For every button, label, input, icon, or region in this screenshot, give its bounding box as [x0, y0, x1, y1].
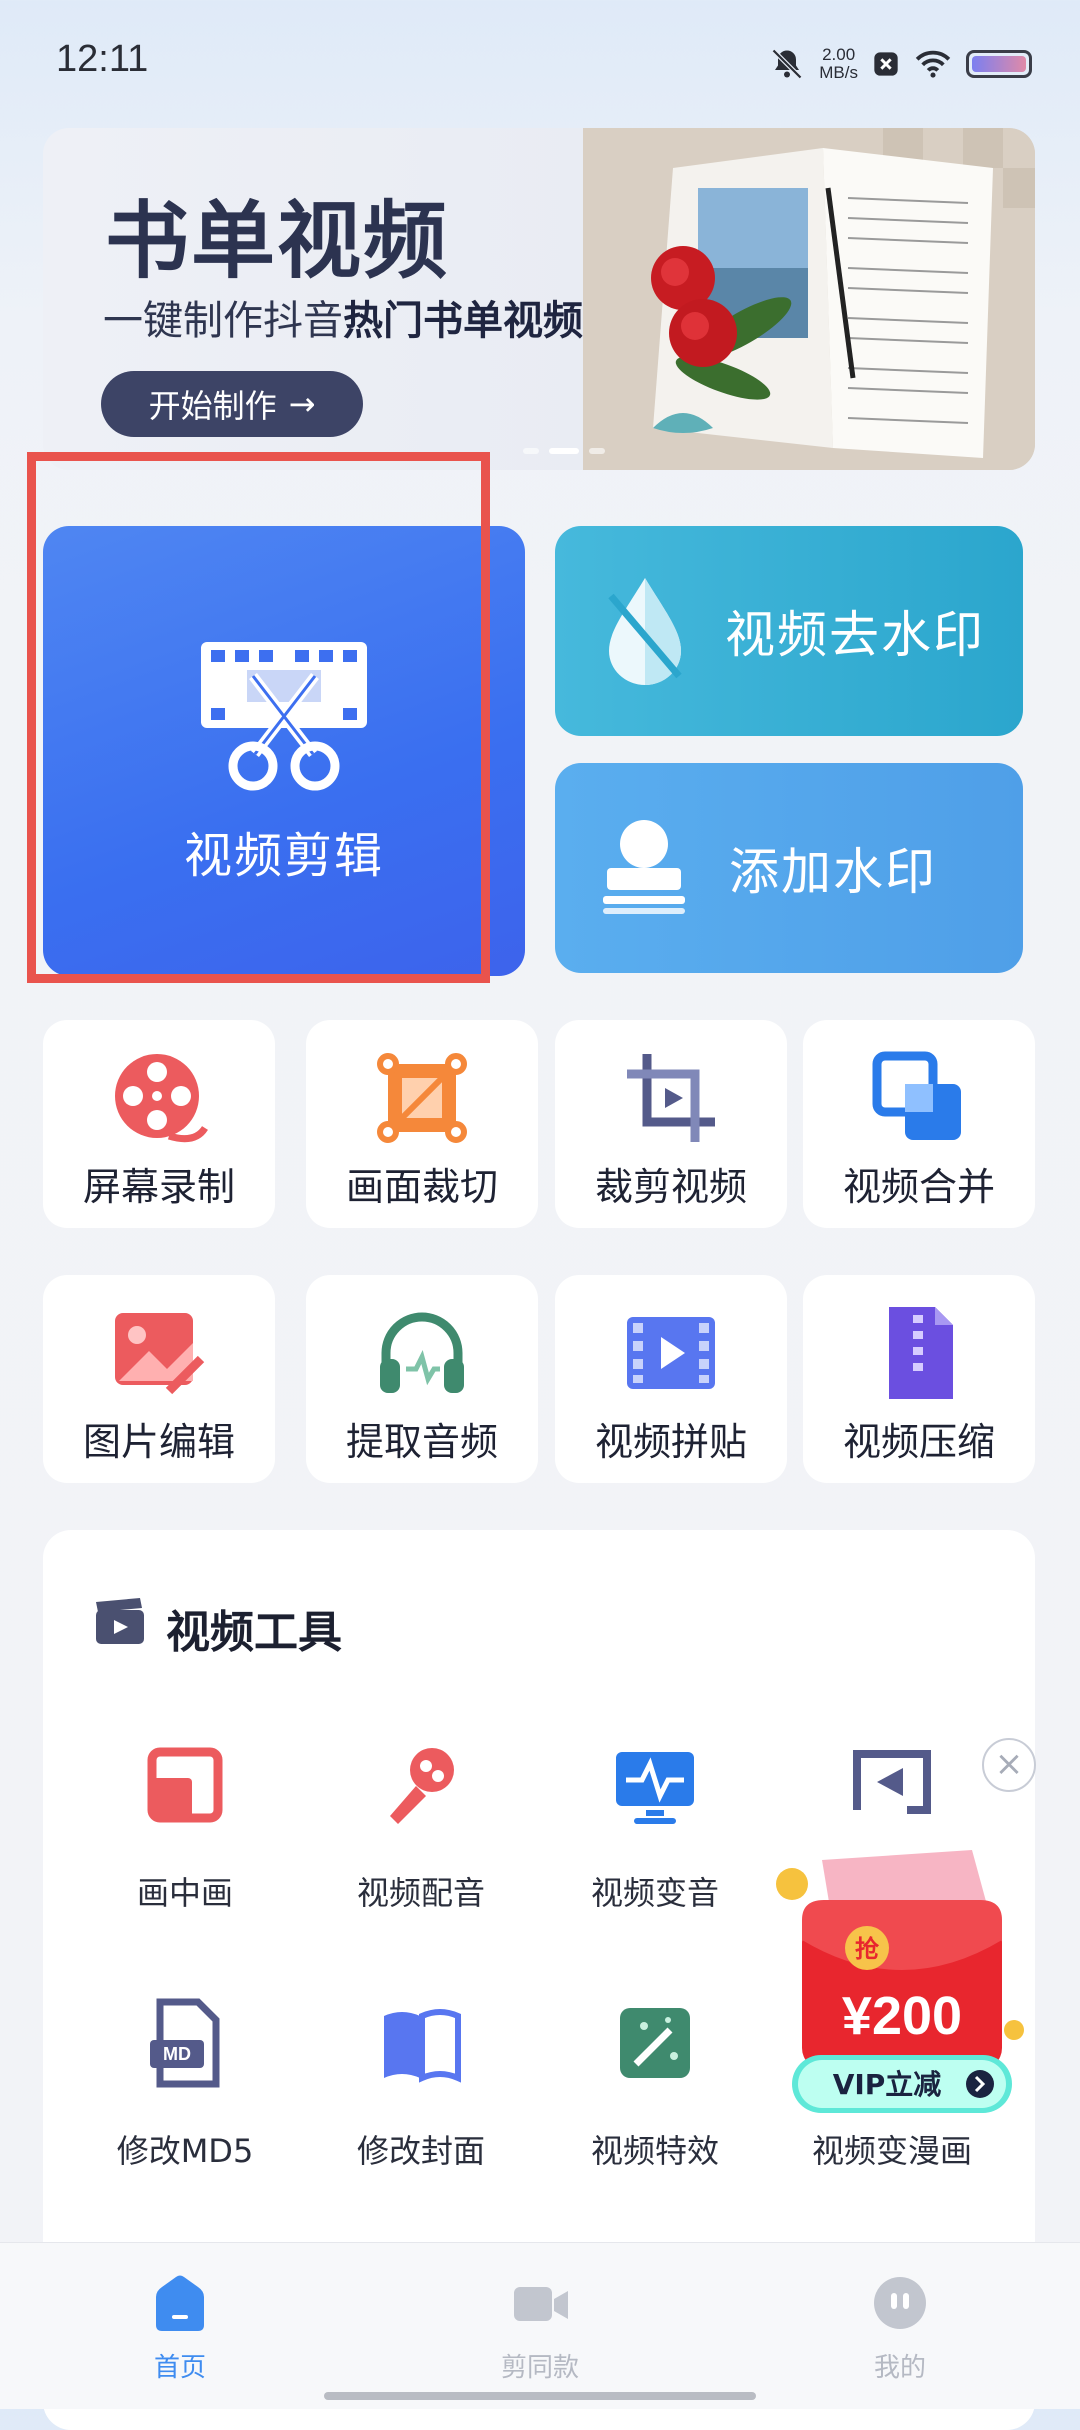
svg-text:MD: MD [163, 2044, 191, 2064]
image-edit-icon [115, 1313, 205, 1395]
nav-same-style[interactable]: 剪同款 [470, 2273, 610, 2384]
start-create-button[interactable]: 开始制作 → [101, 371, 363, 437]
tool-image-edit[interactable]: 图片编辑 [43, 1275, 275, 1483]
network-speed: 2.00 MB/s [819, 46, 858, 82]
tool-crop-video[interactable]: 裁剪视频 [555, 1020, 787, 1228]
red-envelope-promo[interactable]: 抢 ¥200 VIP立减 [752, 1840, 1042, 2140]
headphones-icon [380, 1312, 464, 1393]
tool-label: 视频特效 [590, 2132, 719, 2170]
nav-home[interactable]: 首页 [110, 2273, 250, 2384]
tool-label: 图片编辑 [82, 1420, 235, 1464]
banner-subtitle: 一键制作抖音热门书单视频 [103, 288, 583, 346]
tool-modify-cover[interactable]: 修改封面 [304, 1998, 538, 2188]
tool-label: 修改MD5 [116, 2132, 254, 2170]
clapperboard-icon [96, 1598, 144, 1644]
tool-label: 视频变音 [590, 1874, 719, 1912]
nav-label: 首页 [153, 2353, 206, 2383]
tool-frame-crop[interactable]: 画面裁切 [306, 1020, 538, 1228]
nav-mine[interactable]: 我的 [830, 2273, 970, 2384]
speed-unit: MB/s [819, 63, 858, 82]
video-cast-icon [853, 1750, 931, 1814]
tool-picture-in-picture[interactable]: 画中画 [68, 1740, 302, 1930]
merge-icon [872, 1051, 961, 1140]
promo-banner[interactable]: 书单视频 一键制作抖音热门书单视频 开始制作 → [43, 128, 1035, 470]
video-tools-title: 视频工具 [166, 1607, 342, 1658]
film-reel-icon [115, 1054, 208, 1143]
add-watermark-card[interactable]: 添加水印 [555, 763, 1023, 973]
arrow-right-icon: → [288, 385, 316, 423]
tool-label: 修改封面 [356, 2132, 485, 2170]
voice-change-icon [616, 1752, 694, 1824]
promo-vip-button: VIP立减 [833, 2068, 942, 2101]
crop-frame-icon [377, 1053, 467, 1143]
home-indicator [324, 2392, 756, 2400]
tool-dubbing[interactable]: 视频配音 [304, 1740, 538, 1930]
home-icon [156, 2275, 204, 2331]
tool-label: 提取音频 [345, 1420, 498, 1464]
tool-label: 画中画 [136, 1874, 233, 1912]
banner-title: 书单视频 [105, 192, 450, 290]
tool-screen-record[interactable]: 屏幕录制 [43, 1020, 275, 1228]
book-cover-icon [384, 2009, 461, 2083]
start-create-label: 开始制作 [148, 387, 277, 425]
banner-subtitle-plain: 一键制作抖音 [103, 298, 343, 344]
promo-badge: 抢 [855, 1935, 880, 1963]
tool-label: 画面裁切 [345, 1165, 498, 1209]
tool-label: 视频拼贴 [594, 1420, 747, 1464]
status-icons: 2.00 MB/s [769, 40, 1032, 88]
tool-modify-md5[interactable]: MD 修改MD5 [68, 1998, 302, 2188]
tool-label: 视频配音 [356, 1874, 485, 1912]
water-drop-icon [608, 578, 682, 685]
tool-video-merge[interactable]: 视频合并 [803, 1020, 1035, 1228]
add-watermark-label: 添加水印 [729, 843, 937, 901]
nav-label: 我的 [873, 2353, 926, 2383]
tool-label: 视频压缩 [842, 1420, 995, 1464]
tool-label: 视频合并 [842, 1165, 995, 1209]
tool-video-compress[interactable]: 视频压缩 [803, 1275, 1035, 1483]
md-file-icon: MD [150, 1998, 220, 2088]
close-box-icon [874, 52, 898, 76]
nav-label: 剪同款 [500, 2353, 579, 2383]
tool-voice-change[interactable]: 视频变音 [538, 1740, 772, 1930]
battery-icon [966, 50, 1032, 78]
picture-in-picture-icon [147, 1747, 223, 1823]
banner-pager [523, 448, 605, 454]
bottom-nav: 首页 剪同款 我的 [0, 2242, 1080, 2409]
book-flower-illustration [583, 128, 1035, 470]
remove-watermark-card[interactable]: 视频去水印 [555, 526, 1023, 736]
tool-label: 屏幕录制 [82, 1165, 235, 1209]
crop-icon [627, 1054, 715, 1142]
promo-amount: ¥200 [842, 1986, 962, 2046]
magic-wand-icon [620, 2008, 690, 2078]
speed-value: 2.00 [822, 45, 856, 64]
tool-extract-audio[interactable]: 提取音频 [306, 1275, 538, 1483]
tool-label: 裁剪视频 [594, 1165, 747, 1209]
wifi-icon [915, 50, 951, 78]
profile-icon [874, 2277, 926, 2329]
video-collage-icon [627, 1317, 715, 1389]
tool-video-collage[interactable]: 视频拼贴 [555, 1275, 787, 1483]
close-promo-button[interactable]: × [982, 1738, 1036, 1792]
mute-bell-icon [772, 48, 803, 80]
highlight-box [27, 452, 490, 983]
zip-file-icon [889, 1307, 953, 1399]
stamp-icon [603, 820, 685, 914]
tool-video-effects[interactable]: 视频特效 [538, 1998, 772, 2188]
banner-subtitle-bold: 热门书单视频 [343, 298, 583, 344]
remove-watermark-label: 视频去水印 [725, 606, 985, 664]
video-camera-icon [514, 2287, 568, 2321]
microphone-icon [390, 1748, 454, 1824]
status-time: 12:11 [56, 38, 149, 80]
